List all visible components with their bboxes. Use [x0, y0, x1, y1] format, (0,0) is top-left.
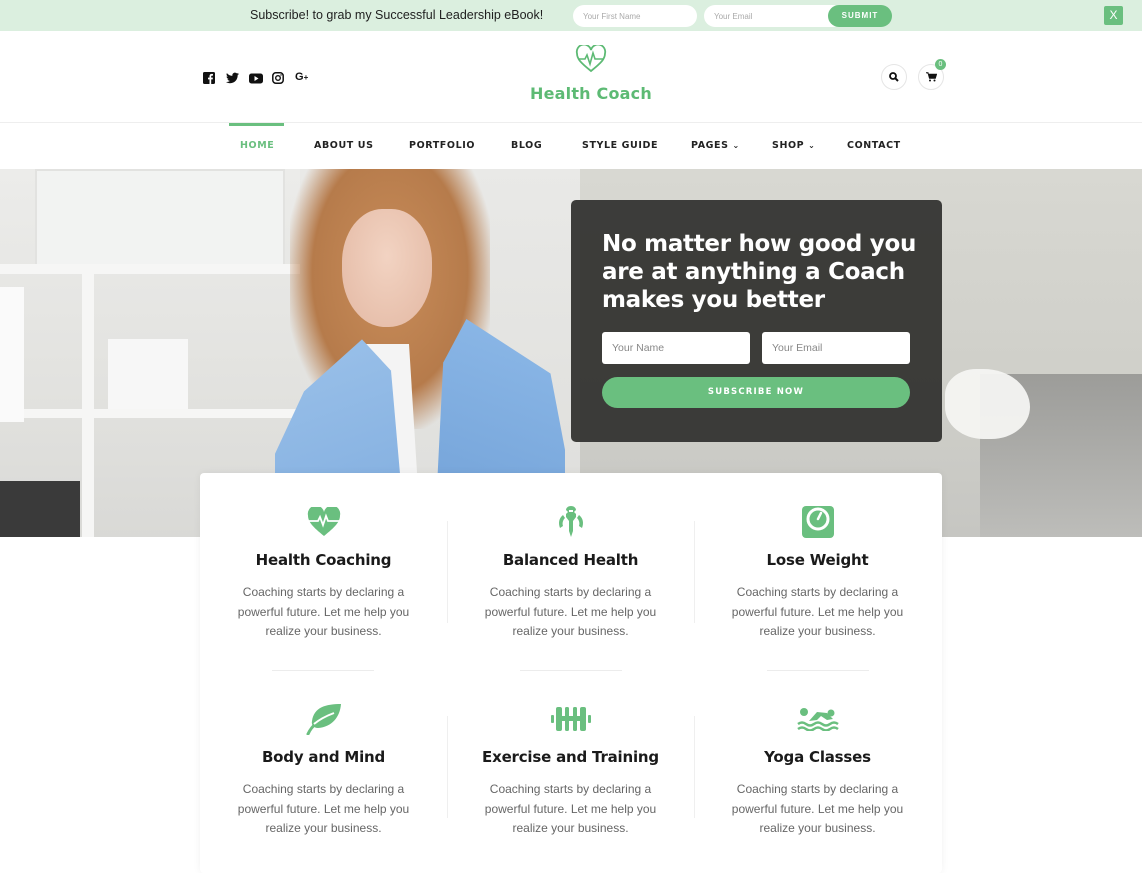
weight-scale-icon [801, 506, 834, 538]
divider [767, 670, 869, 671]
chevron-down-icon: ⌄ [732, 141, 740, 150]
nav-item-home[interactable]: HOME [240, 140, 274, 151]
submit-button[interactable]: SUBMIT [828, 5, 892, 27]
instagram-icon[interactable] [272, 71, 285, 84]
nav-item-contact[interactable]: CONTACT [847, 140, 901, 151]
first-name-input[interactable] [573, 5, 697, 27]
cart-count-badge: 0 [935, 59, 946, 70]
dark-box-image [0, 481, 80, 537]
search-icon [889, 72, 899, 82]
cta-headline: No matter how good you are at anything a… [602, 231, 917, 313]
name-input[interactable] [602, 332, 750, 364]
nav-item-shop[interactable]: SHOP ⌄ [772, 140, 815, 151]
chevron-down-icon: ⌄ [808, 141, 816, 150]
service-card[interactable]: Lose Weight Coaching starts by declaring… [694, 505, 941, 642]
site-header: G+ Health Coach 0 [0, 31, 1142, 123]
service-title: Body and Mind [261, 748, 386, 766]
service-card[interactable]: Yoga Classes Coaching starts by declarin… [694, 702, 941, 839]
logo-text: Health Coach [530, 84, 652, 103]
service-description: Coaching starts by declaring a powerful … [731, 585, 904, 638]
main-nav: HOME ABOUT US PORTFOLIO BLOG STYLE GUIDE… [0, 123, 1142, 169]
heartbeat-icon [307, 507, 340, 536]
divider [272, 670, 374, 671]
service-description: Coaching starts by declaring a powerful … [237, 585, 410, 638]
youtube-icon[interactable] [249, 71, 263, 84]
google-plus-icon[interactable]: G+ [295, 71, 311, 84]
service-title: Lose Weight [766, 551, 869, 569]
close-button[interactable]: X [1104, 6, 1123, 25]
nav-item-style-guide[interactable]: STYLE GUIDE [582, 140, 658, 151]
dumbbell-icon [550, 707, 591, 731]
service-title: Yoga Classes [764, 748, 871, 766]
service-description: Coaching starts by declaring a powerful … [484, 782, 657, 835]
box-image [108, 339, 188, 409]
service-title: Health Coaching [255, 551, 392, 569]
shelf [0, 409, 300, 418]
service-title: Balanced Health [502, 551, 639, 569]
service-description: Coaching starts by declaring a powerful … [731, 782, 904, 835]
site-logo[interactable]: Health Coach [520, 43, 662, 103]
nav-item-portfolio[interactable]: PORTFOLIO [409, 140, 475, 151]
nav-item-pages[interactable]: PAGES ⌄ [691, 140, 740, 151]
subscribe-cta-box: No matter how good you are at anything a… [571, 200, 942, 442]
divider [520, 670, 622, 671]
service-title: Exercise and Training [482, 748, 659, 766]
cart-icon [925, 72, 937, 82]
binder-image [0, 287, 24, 422]
nav-item-shop-label: SHOP [772, 140, 805, 151]
woman-photo [342, 209, 432, 327]
shelf [0, 264, 300, 274]
active-indicator [229, 123, 284, 126]
subscribe-bar: Subscribe! to grab my Successful Leaders… [0, 0, 1142, 31]
heart-pulse-logo-icon [575, 43, 607, 73]
twitter-icon[interactable] [226, 71, 239, 84]
service-card[interactable]: Exercise and Training Coaching starts by… [447, 702, 694, 839]
nav-item-about-us[interactable]: ABOUT US [314, 140, 374, 151]
whiteboard-image [35, 169, 285, 269]
shelf [82, 264, 94, 537]
social-links: G+ [203, 71, 311, 84]
service-description: Coaching starts by declaring a powerful … [237, 782, 410, 835]
service-description: Coaching starts by declaring a powerful … [484, 585, 657, 638]
mandalorian-icon [558, 506, 583, 537]
nav-item-blog[interactable]: BLOG [511, 140, 542, 151]
search-button[interactable] [881, 64, 907, 90]
swimmer-icon [796, 708, 839, 731]
service-card[interactable]: Body and Mind Coaching starts by declari… [200, 702, 447, 839]
services-panel: Health Coaching Coaching starts by decla… [200, 473, 942, 873]
service-card[interactable]: Health Coaching Coaching starts by decla… [200, 505, 447, 642]
service-card[interactable]: Balanced Health Coaching starts by decla… [447, 505, 694, 642]
topbar-email-input[interactable] [704, 5, 844, 27]
subscribe-message: Subscribe! to grab my Successful Leaders… [250, 8, 544, 22]
nav-item-pages-label: PAGES [691, 140, 729, 151]
subscribe-now-button[interactable]: SUBSCRIBE NOW [602, 377, 910, 408]
facebook-icon[interactable] [203, 71, 216, 84]
email-input[interactable] [762, 332, 910, 364]
leaf-icon [306, 704, 341, 735]
